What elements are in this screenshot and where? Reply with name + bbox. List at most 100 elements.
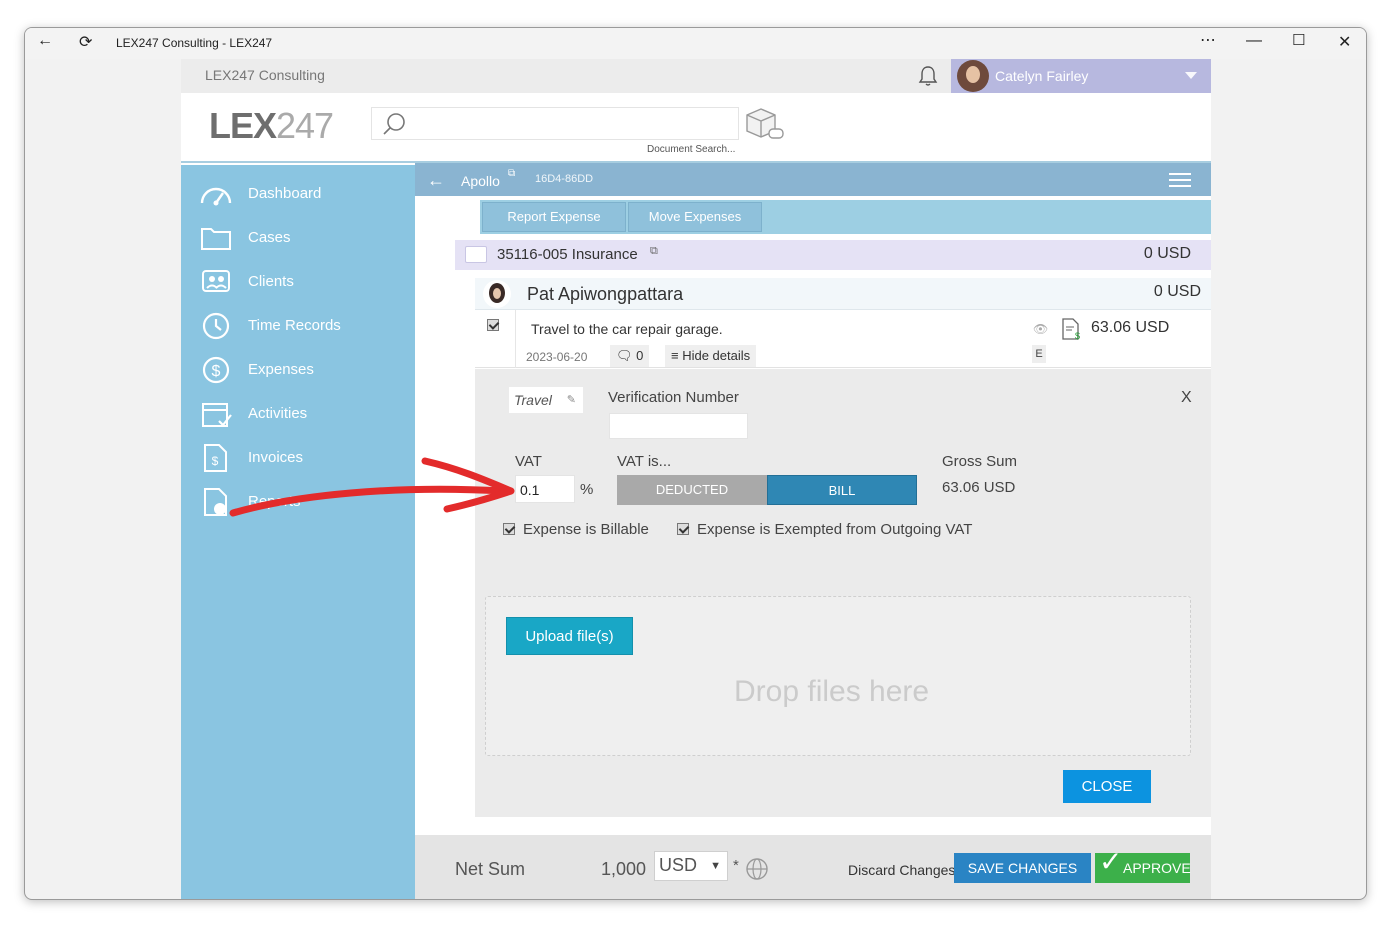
move-expenses-button[interactable]: Move Expenses — [628, 202, 762, 232]
package-icon[interactable] — [743, 105, 785, 141]
person-amount: 0 USD — [1153, 283, 1201, 300]
verification-number-input[interactable] — [609, 413, 748, 439]
expense-select-checkbox[interactable] — [487, 319, 499, 331]
discard-changes-link[interactable]: Discard Changes — [848, 862, 955, 878]
organization-name: LEX247 Consulting — [205, 67, 325, 83]
refresh-icon[interactable]: ⟳ — [79, 32, 92, 52]
sidebar-item-cases[interactable]: Cases — [199, 223, 409, 253]
user-name: Catelyn Fairley — [995, 68, 1089, 84]
expense-date: 2023-06-20 — [526, 350, 588, 364]
save-changes-button[interactable]: SAVE CHANGES — [954, 853, 1091, 883]
sidebar-item-label: Dashboard — [248, 185, 322, 202]
comment-count: 0 — [636, 348, 644, 363]
expense-amount: 63.06 USD — [1091, 319, 1170, 336]
matter-title: 35116-005 Insurance — [497, 246, 638, 263]
eye-icon[interactable]: 👁 — [1033, 322, 1048, 336]
sidebar-item-label: Time Records — [248, 317, 341, 334]
person-name: Pat Apiwongpattara — [527, 284, 684, 304]
folder-icon — [201, 228, 231, 250]
exempted-checkbox[interactable]: Expense is Exempted from Outgoing VAT — [677, 521, 972, 538]
action-bar: Report Expense Move Expenses — [480, 200, 1211, 234]
close-details-button[interactable]: X — [1181, 389, 1192, 407]
upload-files-button[interactable]: Upload file(s) — [506, 617, 633, 655]
exempted-label: Expense is Exempted from Outgoing VAT — [697, 521, 973, 538]
case-id: 16D4-86DD — [535, 173, 594, 185]
currency-value: USD — [659, 855, 698, 875]
sidebar: Dashboard Cases Clients Time Records $ E… — [181, 165, 415, 899]
bell-icon[interactable] — [916, 64, 940, 88]
approve-button[interactable]: ✓ APPROVE — [1095, 847, 1191, 883]
drop-files-text: Drop files here — [734, 675, 930, 708]
sidebar-item-label: Clients — [248, 273, 294, 290]
deducted-toggle[interactable]: DEDUCTED — [617, 475, 767, 505]
external-link-icon[interactable]: ⧉ — [650, 245, 658, 258]
back-arrow-icon[interactable]: ← — [427, 170, 445, 191]
category-field[interactable]: Travel ✎ — [509, 387, 583, 413]
svg-text:$: $ — [1075, 331, 1080, 340]
search-input[interactable] — [371, 107, 739, 140]
back-arrow-icon[interactable]: ← — [37, 32, 53, 50]
gross-sum-value: 63.06 USD — [942, 479, 1016, 496]
matter-amount: 0 USD — [1143, 245, 1191, 262]
clients-icon — [202, 270, 230, 292]
net-sum-value[interactable]: 1,000 — [601, 859, 646, 880]
case-name[interactable]: Apollo — [461, 173, 500, 189]
footer-bar: Net Sum 1,000 USD ▼ * Discard Changes SAV… — [415, 835, 1211, 899]
hamburger-menu-icon[interactable] — [1169, 173, 1191, 187]
currency-select[interactable]: USD ▼ — [654, 851, 728, 881]
top-bar: LEX247 Consulting Catelyn Fairley — [181, 59, 1211, 93]
required-star: * — [733, 857, 739, 874]
checkbox[interactable] — [503, 523, 515, 535]
maximize-icon[interactable]: ☐ — [1292, 31, 1305, 49]
pencil-icon[interactable]: ✎ — [567, 387, 576, 413]
person-row: Pat Apiwongpattara 0 USD — [475, 278, 1211, 310]
calendar-icon — [202, 403, 232, 427]
sidebar-item-label: Activities — [248, 405, 308, 422]
comments-button[interactable]: 🗨 0 — [610, 345, 650, 367]
vat-unit: % — [580, 481, 594, 498]
hide-details-button[interactable]: ≡ Hide details — [665, 345, 757, 367]
external-link-icon[interactable]: ⧉ — [508, 168, 515, 179]
divider — [515, 310, 516, 368]
dollar-icon: $ — [202, 356, 230, 384]
approve-label: APPROVE — [1123, 860, 1191, 876]
checkbox[interactable] — [677, 523, 689, 535]
svg-text:$: $ — [212, 454, 219, 468]
expense-description: Travel to the car repair garage. — [531, 321, 723, 337]
expense-row: Travel to the car repair garage. 2023-06… — [475, 310, 1211, 368]
sidebar-item-time-records[interactable]: Time Records — [199, 311, 409, 341]
search-icon — [383, 113, 405, 135]
file-dropzone[interactable]: Upload file(s) Drop files here — [485, 596, 1191, 756]
svg-text:$: $ — [212, 363, 221, 380]
matter-row[interactable]: 35116-005 Insurance ⧉ 0 USD — [455, 240, 1211, 270]
hide-details-label: Hide details — [682, 348, 751, 363]
vat-is-label: VAT is... — [617, 453, 672, 470]
annotation-arrow-icon — [229, 457, 515, 517]
sidebar-item-activities[interactable]: Activities — [199, 399, 409, 429]
sidebar-item-dashboard[interactable]: Dashboard — [199, 179, 409, 209]
close-button[interactable]: CLOSE — [1063, 770, 1151, 803]
header: LEX247 Document Search... — [181, 93, 1211, 163]
billable-checkbox[interactable]: Expense is Billable — [503, 521, 649, 538]
more-options-icon[interactable]: ⋯ — [1200, 30, 1216, 50]
net-sum-label: Net Sum — [455, 859, 526, 879]
receipt-icon[interactable]: $ — [1061, 318, 1081, 340]
dashboard-icon — [200, 187, 232, 206]
user-menu[interactable]: Catelyn Fairley — [951, 59, 1211, 93]
expense-type-badge: E — [1032, 345, 1046, 363]
window-title: LEX247 Consulting - LEX247 — [116, 36, 273, 50]
expense-details-panel: Travel ✎ Verification Number X VAT 0.1 % … — [475, 369, 1211, 817]
category-value: Travel — [514, 392, 552, 408]
bill-toggle[interactable]: BILL — [767, 475, 917, 505]
report-expense-button[interactable]: Report Expense — [482, 202, 626, 232]
sidebar-item-clients[interactable]: Clients — [199, 267, 409, 297]
sidebar-item-expenses[interactable]: $ Expenses — [199, 355, 409, 385]
globe-icon[interactable] — [745, 857, 769, 881]
avatar — [483, 280, 511, 308]
title-bar: ← ⟳ LEX247 Consulting - LEX247 ⋯ — ☐ ✕ — [25, 28, 1366, 59]
sidebar-item-label: Expenses — [248, 361, 314, 378]
verification-label: Verification Number — [608, 389, 739, 406]
chevron-down-icon — [1185, 72, 1197, 79]
close-window-icon[interactable]: ✕ — [1338, 32, 1351, 52]
minimize-icon[interactable]: — — [1246, 32, 1262, 50]
